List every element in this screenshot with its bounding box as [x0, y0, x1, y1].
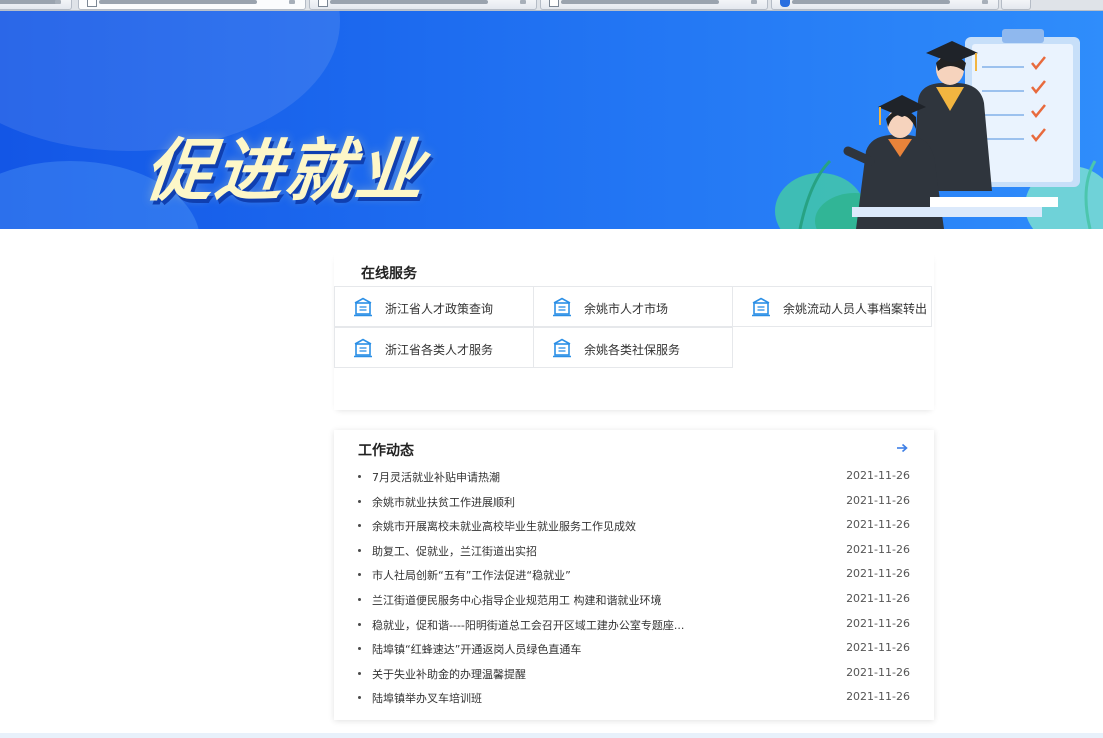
building-icon: [553, 338, 571, 358]
close-icon[interactable]: [982, 0, 988, 4]
service-label: 浙江省人才政策查询: [385, 302, 494, 316]
footer-edge: [0, 733, 1103, 738]
news-list: 7月灵活就业补贴申请热潮 2021-11-26 余姚市就业扶贫工作进展顺利 2021…: [334, 464, 934, 710]
news-item[interactable]: 助复工、促就业，兰江街道出实招 2021-11-26: [334, 538, 934, 563]
news-date: 2021-11-26: [846, 665, 910, 679]
bullet-icon: [358, 647, 361, 651]
browser-tab[interactable]: [771, 0, 999, 10]
news-item[interactable]: 7月灵活就业补贴申请热潮 2021-11-26: [334, 464, 934, 489]
close-icon[interactable]: [289, 0, 295, 4]
site-icon: [780, 0, 790, 7]
news-title[interactable]: 陆埠镇举办叉车培训班: [372, 690, 482, 706]
news-date: 2021-11-26: [846, 690, 910, 704]
news-date: 2021-11-26: [846, 567, 910, 581]
browser-tab[interactable]: [540, 0, 768, 10]
news-title[interactable]: 稳就业，促和谐----阳明街道总工会召开区域工建办公室专题座...: [372, 617, 684, 633]
service-link-talent-market[interactable]: 余姚市人才市场: [533, 286, 733, 327]
news-item[interactable]: 兰江街道便民服务中心指导企业规范用工 构建和谐就业环境 2021-11-26: [334, 587, 934, 612]
news-title[interactable]: 7月灵活就业补贴申请热潮: [372, 469, 500, 485]
news-item[interactable]: 关于失业补助金的办理温馨提醒 2021-11-26: [334, 661, 934, 686]
bullet-icon: [358, 548, 361, 552]
news-title[interactable]: 余姚市就业扶贫工作进展顺利: [372, 494, 515, 510]
work-news-title: 工作动态: [358, 443, 414, 459]
page-icon: [87, 0, 97, 7]
close-icon[interactable]: [751, 0, 757, 4]
bullet-icon: [358, 597, 361, 601]
service-link-archive-transfer[interactable]: 余姚流动人员人事档案转出: [732, 286, 932, 327]
arrow-right-icon[interactable]: [894, 441, 910, 455]
service-label: 浙江省各类人才服务: [385, 343, 494, 357]
service-link-talent-services[interactable]: 浙江省各类人才服务: [334, 327, 534, 368]
news-item[interactable]: 陆埠镇举办叉车培训班 2021-11-26: [334, 685, 934, 710]
news-title[interactable]: 助复工、促就业，兰江街道出实招: [372, 543, 537, 559]
service-label: 余姚各类社保服务: [584, 343, 681, 357]
bullet-icon: [358, 671, 361, 675]
news-date: 2021-11-26: [846, 493, 910, 507]
news-title[interactable]: 市人社局创新“五有”工作法促进“稳就业”: [372, 567, 571, 583]
news-item[interactable]: 余姚市就业扶贫工作进展顺利 2021-11-26: [334, 489, 934, 514]
online-services-title: 在线服务: [361, 266, 417, 282]
browser-tab-active[interactable]: [78, 0, 306, 10]
news-item[interactable]: 稳就业，促和谐----阳明街道总工会召开区域工建办公室专题座... 2021-11…: [334, 612, 934, 637]
browser-tab[interactable]: [309, 0, 537, 10]
hero-banner: 促进就业: [0, 11, 1103, 229]
news-item[interactable]: 余姚市开展离校未就业高校毕业生就业服务工作见成效 2021-11-26: [334, 513, 934, 538]
page-icon: [318, 0, 328, 7]
building-icon: [354, 338, 372, 358]
news-title[interactable]: 陆埠镇“红蜂速达”开通返岗人员绿色直通车: [372, 641, 581, 657]
news-date: 2021-11-26: [846, 469, 910, 482]
bullet-icon: [358, 475, 361, 478]
browser-tab[interactable]: [0, 0, 72, 10]
service-label: 余姚流动人员人事档案转出: [783, 302, 928, 316]
banner-title: 促进就业: [141, 132, 430, 211]
bullet-icon: [358, 622, 361, 626]
news-date: 2021-11-26: [846, 641, 910, 655]
building-icon: [752, 297, 770, 317]
news-item[interactable]: 陆埠镇“红蜂速达”开通返岗人员绿色直通车 2021-11-26: [334, 636, 934, 661]
news-title[interactable]: 余姚市开展离校未就业高校毕业生就业服务工作见成效: [372, 518, 636, 534]
news-date: 2021-11-26: [846, 591, 910, 605]
new-tab-button[interactable]: [1001, 0, 1031, 10]
news-date: 2021-11-26: [846, 518, 910, 532]
bullet-icon: [358, 573, 361, 577]
page-icon: [549, 0, 559, 7]
news-date: 2021-11-26: [846, 616, 910, 630]
online-services-panel: 在线服务 浙江省人才政策查询 余姚市人才市场 余姚流动人员人事档案转出 浙江省各…: [334, 252, 934, 410]
news-date: 2021-11-26: [846, 542, 910, 556]
news-title[interactable]: 兰江街道便民服务中心指导企业规范用工 构建和谐就业环境: [372, 592, 662, 608]
work-news-panel: 工作动态 7月灵活就业补贴申请热潮 2021-11-26 余姚市就业扶贫工作进展顺…: [334, 430, 934, 720]
bullet-icon: [358, 524, 361, 528]
service-label: 余姚市人才市场: [584, 302, 669, 316]
service-link-talent-policy[interactable]: 浙江省人才政策查询: [334, 286, 534, 327]
close-icon[interactable]: [520, 0, 526, 4]
close-icon[interactable]: [55, 0, 61, 4]
service-link-social-security[interactable]: 余姚各类社保服务: [533, 327, 733, 368]
building-icon: [553, 297, 571, 317]
building-icon: [354, 297, 372, 317]
graduates-illustration: [775, 29, 1103, 229]
bullet-icon: [358, 696, 361, 700]
news-title[interactable]: 关于失业补助金的办理温馨提醒: [372, 666, 526, 682]
news-item[interactable]: 市人社局创新“五有”工作法促进“稳就业” 2021-11-26: [334, 562, 934, 587]
bullet-icon: [358, 499, 361, 503]
browser-tab-strip: [0, 0, 1103, 11]
